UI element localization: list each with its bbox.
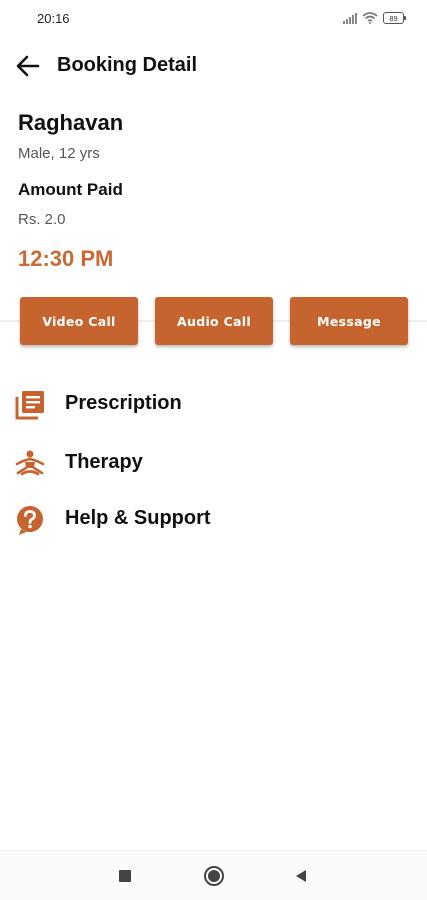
patient-details: Male, 12 yrs [18,145,100,162]
patient-name: Raghavan [18,110,124,135]
status-bar: 20:16 89 [0,0,427,36]
help-icon [14,504,44,535]
signal-icon [343,12,357,24]
square-icon [119,870,131,882]
home-button[interactable] [201,863,227,889]
wifi-icon [362,12,378,24]
app-bar: Booking Detail [0,44,427,86]
menu-label: Help & Support [65,507,211,529]
amount-paid-label: Amount Paid [18,180,123,199]
meditation-icon [14,448,45,478]
amount-paid-value: Rs. 2.0 [18,211,66,228]
nav-back-button[interactable] [288,863,314,889]
menu-item-therapy[interactable]: Therapy [0,439,427,485]
status-time: 20:16 [37,11,70,26]
menu-item-help-support[interactable]: Help & Support [0,495,427,541]
prescription-icon [14,389,44,420]
menu-item-prescription[interactable]: Prescription [0,380,427,426]
triangle-back-icon [296,870,306,882]
battery-level: 89 [389,14,397,23]
circle-icon [204,866,224,886]
system-navigation-bar [0,850,427,900]
video-call-button[interactable]: Video Call [20,297,138,345]
booking-time: 12:30 PM [18,246,114,271]
menu-label: Prescription [65,392,182,414]
back-button[interactable] [14,52,42,80]
battery-icon: 89 [383,12,407,24]
arrow-left-icon [16,55,40,77]
message-button[interactable]: Message [290,297,408,345]
menu-label: Therapy [65,451,143,473]
action-buttons: Video Call Audio Call Message [0,297,427,345]
status-icons: 89 [343,12,407,24]
recents-button[interactable] [112,863,138,889]
page-title: Booking Detail [57,54,198,76]
audio-call-button[interactable]: Audio Call [155,297,273,345]
